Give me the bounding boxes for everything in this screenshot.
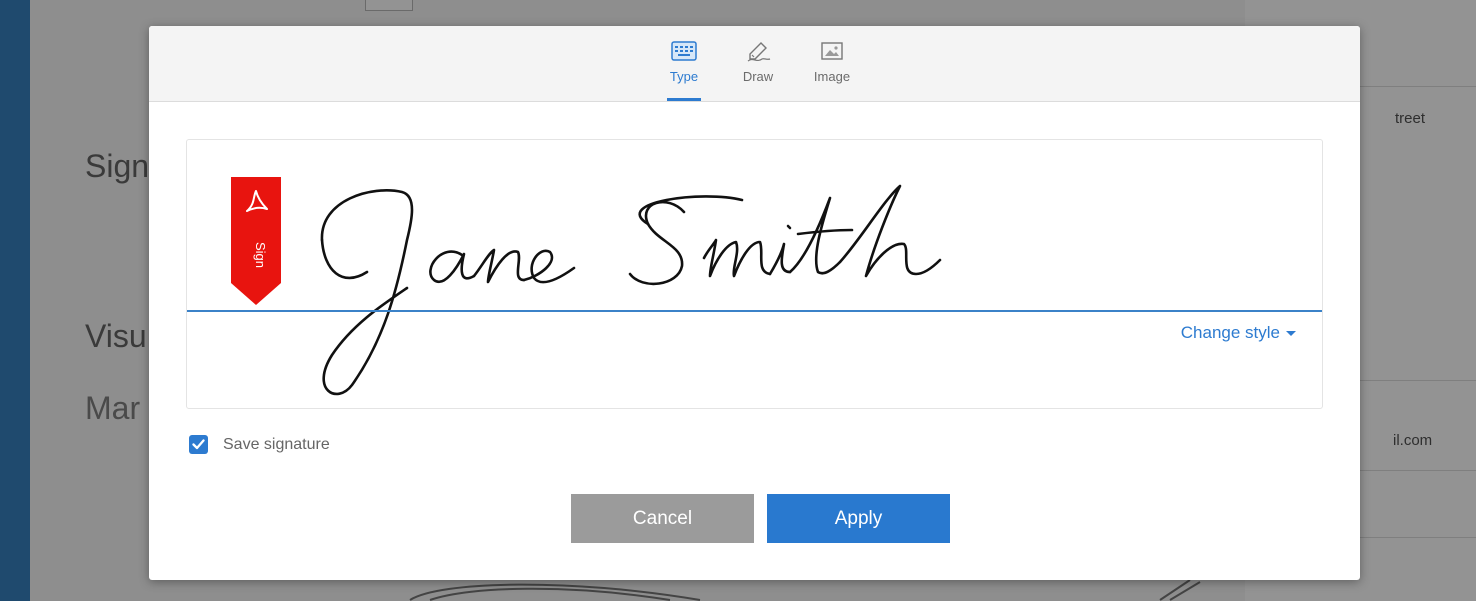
tab-draw-label: Draw (742, 69, 774, 84)
cancel-button[interactable]: Cancel (571, 494, 754, 543)
chevron-down-icon (1286, 330, 1296, 336)
background-heading-fragment: Sign (85, 148, 150, 184)
signature-dialog: Type Draw Image Sign Change style Save s… (149, 26, 1360, 580)
background-field-fragment: il.com (1393, 432, 1433, 449)
acrobat-sign-logo: Sign (231, 177, 281, 305)
tab-type-label: Type (669, 69, 699, 84)
dialog-header: Type Draw Image (149, 26, 1360, 102)
tab-image[interactable]: Image (795, 38, 869, 101)
change-style-label: Change style (1180, 323, 1280, 342)
background-box (365, 0, 413, 11)
tab-draw[interactable]: Draw (721, 38, 795, 101)
image-icon (821, 42, 843, 60)
keyboard-icon (671, 41, 697, 61)
checkmark-icon (192, 439, 205, 450)
background-field-fragment: treet (1395, 110, 1426, 127)
save-signature-label: Save signature (223, 435, 330, 453)
sign-badge-text: Sign (253, 242, 268, 268)
tab-type[interactable]: Type (647, 38, 721, 101)
save-signature-option: Save signature (189, 435, 330, 454)
tab-image-label: Image (813, 69, 851, 84)
sign-badge: Sign (231, 177, 281, 310)
signature-image (320, 184, 942, 396)
signature-baseline (187, 310, 1322, 312)
background-text-fragment: Mar (85, 390, 141, 426)
signature-canvas[interactable]: Sign Change style (186, 139, 1323, 409)
apply-button[interactable]: Apply (767, 494, 950, 543)
save-signature-checkbox[interactable] (189, 435, 208, 454)
change-style-dropdown[interactable]: Change style (1181, 323, 1296, 343)
background-heading-fragment: Visu (85, 318, 147, 354)
signature-mode-tabs: Type Draw Image (647, 38, 869, 101)
pen-icon (747, 42, 771, 62)
